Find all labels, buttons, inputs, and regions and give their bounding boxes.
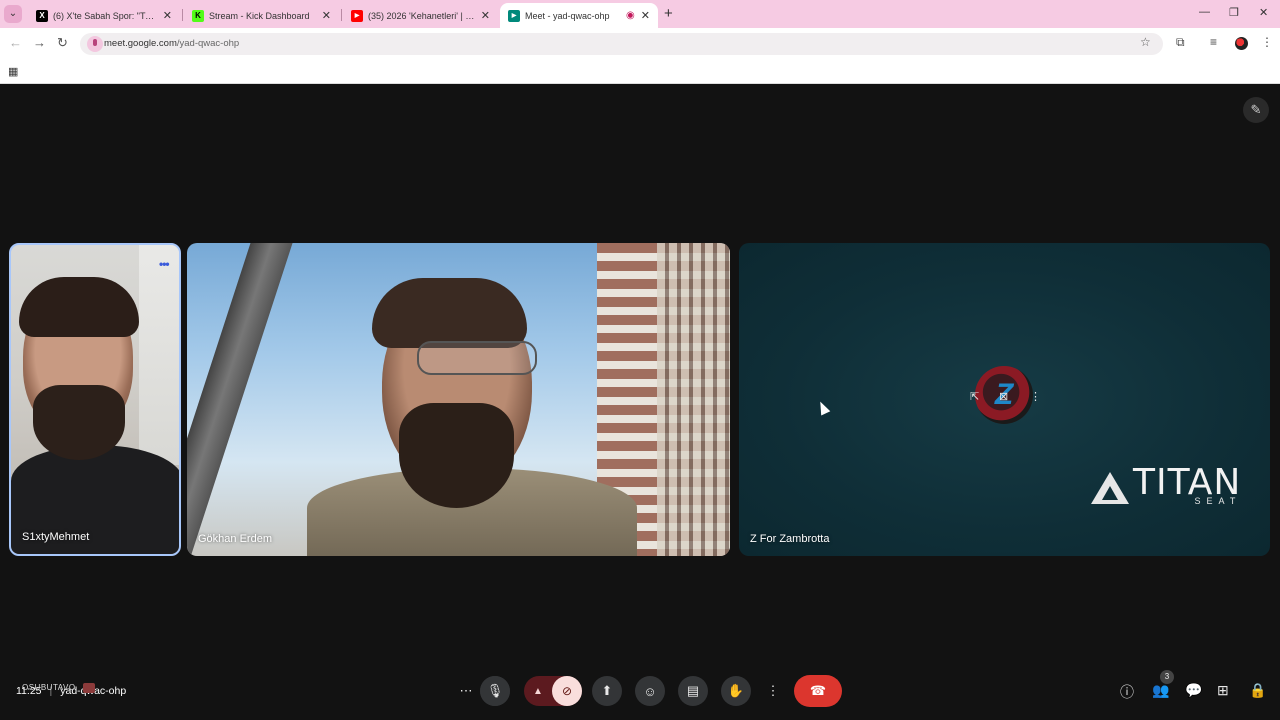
close-icon[interactable]: ✕ (163, 9, 172, 22)
tab-meet[interactable]: ▶ Meet - yad-qwac-ohp ◉ ✕ (500, 3, 658, 28)
restore-button[interactable]: ❐ (1229, 6, 1239, 19)
participant-tile[interactable]: ••• S1xtyMehmet (9, 243, 181, 556)
participant-name: S1xtyMehmet (22, 531, 90, 543)
sponsor-subword: SEAT (1194, 496, 1242, 506)
forward-icon[interactable]: → (33, 35, 46, 50)
tab-divider (182, 9, 183, 21)
new-tab-button[interactable]: + (664, 5, 673, 22)
background-door (139, 245, 179, 465)
address-bar[interactable]: meet.google.com/yad-qwac-ohp ☆ (80, 33, 1163, 55)
meet-icon: ▶ (508, 9, 520, 22)
participant-tile[interactable]: Gökhan Erdem (187, 243, 730, 556)
bookmarks-bar: ▦ (0, 60, 1280, 84)
tab-title: (35) 2026 'Kehanetleri' | Erdem A (368, 10, 475, 21)
background-building (657, 243, 730, 556)
participant-tile[interactable]: Z ⇱ ⊠ ⋮ TITAN SEAT Z For Zambrotta (739, 243, 1270, 556)
raise-hand-icon[interactable]: ✋ (721, 676, 751, 706)
visual-effects-icon[interactable]: ✎ (1243, 97, 1269, 123)
tab-kick[interactable]: K Stream - Kick Dashboard ✕ (184, 3, 339, 28)
media-queue-icon[interactable]: ≡ (1210, 35, 1217, 49)
remove-from-grid-icon[interactable]: ⊠ (999, 390, 1008, 403)
participant-name: Gökhan Erdem (198, 533, 272, 545)
microphone-control: 🎙 (480, 676, 510, 706)
browser-tab-strip: ⌄ X (6) X'te Sabah Spor: "Trabzonsp ✕ K … (0, 0, 1280, 28)
close-icon[interactable]: ✕ (641, 9, 650, 22)
present-screen-icon[interactable]: ⬆ (592, 676, 622, 706)
microphone-icon[interactable]: 🎙 (480, 676, 510, 706)
call-controls: ⋯ 🎙 ▲ ⊘ ⬆ ☺ ▤ ✋ ⋮ ☎ (452, 675, 842, 707)
close-icon[interactable]: ✕ (322, 9, 331, 22)
participant-beard (399, 403, 514, 508)
more-options-icon[interactable]: ⋮ (764, 676, 782, 706)
leave-call-button[interactable]: ☎ (794, 675, 842, 707)
people-icon[interactable]: 👥 (1152, 682, 1169, 699)
meeting-info-icon[interactable]: ⓘ (1120, 682, 1134, 702)
minimize-button[interactable]: — (1199, 6, 1210, 18)
youtube-icon: ▶ (351, 9, 363, 22)
pin-icon[interactable]: ⇱ (970, 390, 979, 403)
kick-icon: K (192, 9, 204, 22)
emoji-reaction-icon[interactable]: ☺ (635, 676, 665, 706)
camera-off-icon[interactable]: ⊘ (552, 676, 582, 706)
tab-title: (6) X'te Sabah Spor: "Trabzonsp (53, 10, 157, 21)
tab-divider (341, 9, 342, 21)
tab-title: Meet - yad-qwac-ohp (525, 10, 610, 21)
stream-overlay-badge (83, 683, 95, 693)
close-icon[interactable]: ✕ (481, 9, 490, 22)
profile-avatar[interactable] (1235, 37, 1248, 50)
reload-icon[interactable]: ↻ (57, 35, 68, 51)
titan-logo-icon (1091, 468, 1129, 504)
chevron-up-icon[interactable]: ▲ (524, 686, 552, 697)
apps-grid-icon[interactable]: ▦ (8, 65, 18, 78)
sponsor-wordmark: TITAN SEAT (1133, 465, 1241, 506)
participant-name: Z For Zambrotta (750, 533, 830, 545)
host-controls-icon[interactable]: 🔒 (1249, 682, 1266, 699)
meet-stage: ✎ ••• S1xtyMehmet Gökhan Erdem Z ⇱ ⊠ ⋮ T… (0, 85, 1280, 720)
browser-toolbar: ← → ↻ meet.google.com/yad-qwac-ohp ☆ ⧉ ≡… (0, 28, 1280, 60)
bookmark-star-icon[interactable]: ☆ (1140, 35, 1151, 49)
microphone-in-use-icon[interactable] (87, 36, 103, 52)
kebab-menu-icon[interactable]: ⋮ (1261, 35, 1273, 49)
tab-search-button[interactable]: ⌄ (4, 5, 22, 23)
tile-options-icon[interactable]: ••• (159, 257, 170, 271)
background-pole (187, 243, 296, 556)
window-close-button[interactable]: ✕ (1259, 6, 1268, 19)
tile-more-options-icon[interactable]: ⋮ (1030, 390, 1041, 403)
stream-overlay-text: OSUBUTAVO (22, 683, 76, 692)
participant-glasses (417, 341, 537, 375)
participant-count-badge: 3 (1160, 670, 1174, 684)
tab-youtube[interactable]: ▶ (35) 2026 'Kehanetleri' | Erdem A ✕ (343, 3, 498, 28)
sponsor-logo: TITAN SEAT (1091, 465, 1241, 506)
activities-icon[interactable]: ⊞ (1217, 682, 1229, 699)
participant-beard (33, 385, 125, 460)
tab-title: Stream - Kick Dashboard (209, 10, 310, 21)
more-audio-options-icon[interactable]: ⋯ (452, 676, 480, 706)
chat-icon[interactable]: 💬 (1185, 682, 1202, 699)
back-icon[interactable]: ← (9, 35, 22, 50)
participant-hair (372, 278, 527, 348)
x-icon: X (36, 9, 48, 22)
extensions-icon[interactable]: ⧉ (1176, 35, 1185, 50)
tab-x[interactable]: X (6) X'te Sabah Spor: "Trabzonsp ✕ (28, 3, 180, 28)
captions-icon[interactable]: ▤ (678, 676, 708, 706)
participant-hair (19, 277, 139, 337)
camera-control: ▲ ⊘ (524, 676, 582, 706)
recording-icon: ◉ (626, 10, 635, 21)
address-url: meet.google.com/yad-qwac-ohp (104, 38, 240, 49)
